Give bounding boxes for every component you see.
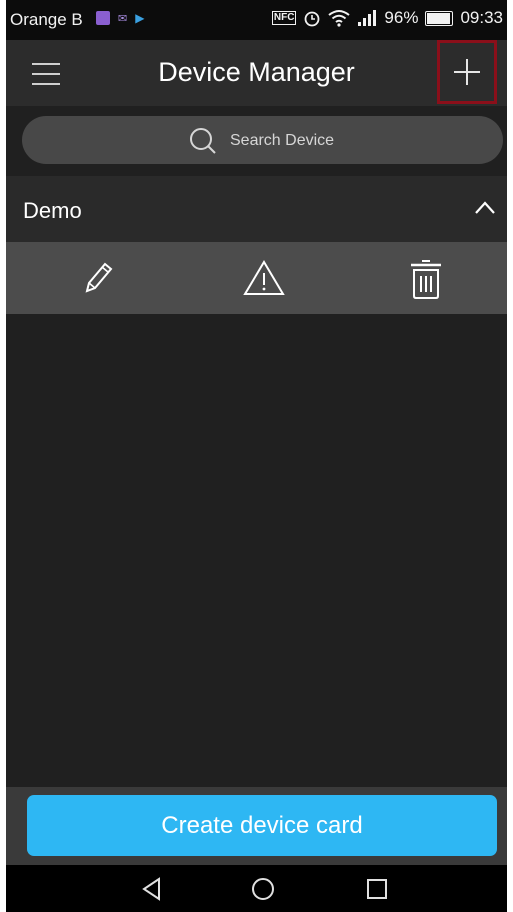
- search-content: Search Device: [188, 127, 334, 155]
- delete-button[interactable]: [406, 258, 446, 299]
- chevron-up-icon[interactable]: [473, 198, 497, 218]
- alarm-button[interactable]: [242, 258, 285, 298]
- group-name: Demo: [23, 198, 82, 223]
- alarm-icon: [305, 11, 320, 27]
- plus-icon: [454, 59, 480, 85]
- battery-icon: [425, 10, 454, 26]
- app-screen: Orange B ✉ ▶ NFC 96% 09:33 Device Manage…: [6, 0, 507, 912]
- back-triangle-icon: [142, 877, 160, 901]
- gallery-notification-icon: [96, 11, 110, 25]
- home-circle-icon: [252, 878, 274, 900]
- battery-percent: 96%: [384, 8, 419, 27]
- app-header: Device Manager: [6, 40, 507, 106]
- add-device-button[interactable]: [437, 40, 497, 104]
- search-icon: [190, 128, 216, 154]
- signal-icon: [358, 10, 377, 26]
- back-button[interactable]: [137, 874, 167, 904]
- device-group-header[interactable]: Demo: [6, 176, 507, 242]
- system-nav-bar: [6, 865, 507, 912]
- trash-icon: [411, 260, 441, 299]
- alert-icon: [243, 260, 285, 295]
- notification-icons: ✉ ▶: [96, 11, 144, 25]
- mail-notification-icon: ✉: [118, 12, 128, 25]
- search-bar[interactable]: Search Device: [22, 116, 503, 164]
- edit-button[interactable]: [78, 258, 118, 298]
- carrier-name: Orange B: [10, 10, 83, 29]
- bottom-action-area: Create device card: [6, 787, 507, 865]
- system-icons: NFC 96% 09:33: [271, 8, 503, 28]
- page-title: Device Manager: [158, 57, 355, 87]
- home-button[interactable]: [248, 874, 278, 904]
- recent-square-icon: [367, 879, 387, 899]
- edit-icon: [85, 262, 113, 293]
- search-input[interactable]: Search Device: [230, 132, 334, 150]
- create-device-card-button[interactable]: Create device card: [27, 795, 497, 856]
- wifi-icon: [328, 10, 351, 27]
- status-bar: Orange B ✉ ▶ NFC 96% 09:33: [6, 0, 507, 40]
- nfc-icon: NFC: [271, 11, 297, 25]
- group-actions-bar: [6, 242, 507, 314]
- play-notification-icon: ▶: [135, 11, 145, 25]
- clock: 09:33: [460, 8, 503, 27]
- recent-apps-button[interactable]: [362, 874, 392, 904]
